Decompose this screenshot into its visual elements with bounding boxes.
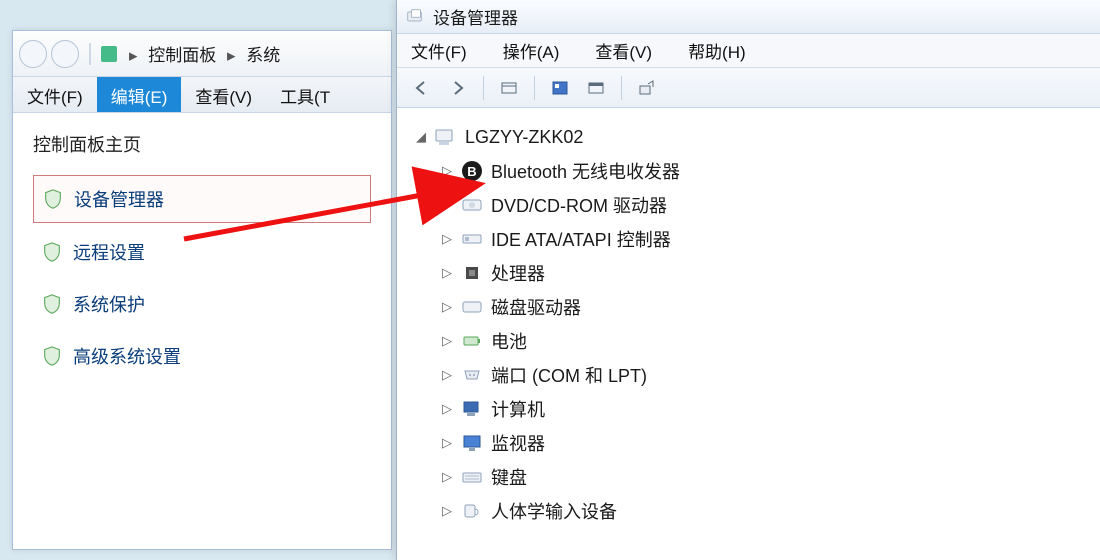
control-panel-body: 控制面板主页 设备管理器 远程设置 系统保护 高级系统设置 bbox=[13, 113, 391, 403]
tree-node-ports[interactable]: ▷ 端口 (COM 和 LPT) bbox=[441, 358, 1092, 392]
battery-icon bbox=[461, 331, 483, 351]
expand-icon[interactable]: ▷ bbox=[441, 197, 453, 213]
ide-controller-icon bbox=[461, 229, 483, 249]
link-label: 远程设置 bbox=[73, 239, 145, 265]
menu-help[interactable]: 帮助(H) bbox=[682, 34, 752, 67]
control-panel-icon bbox=[101, 46, 117, 62]
tree-node-bluetooth[interactable]: ▷ B Bluetooth 无线电收发器 bbox=[441, 154, 1092, 188]
collapse-icon[interactable]: ◢ bbox=[415, 129, 427, 145]
link-label: 高级系统设置 bbox=[73, 343, 181, 369]
device-tree: ◢ LGZYY-ZKK02 ▷ B Bluetooth 无线电收发器 ▷ DVD… bbox=[397, 108, 1100, 536]
tree-root[interactable]: ◢ LGZYY-ZKK02 bbox=[415, 120, 1092, 154]
shield-icon bbox=[41, 344, 63, 368]
monitor-icon bbox=[461, 433, 483, 453]
expand-icon[interactable]: ▷ bbox=[441, 231, 453, 247]
shield-icon bbox=[41, 240, 63, 264]
device-manager-window: 设备管理器 文件(F) 操作(A) 查看(V) 帮助(H) ◢ bbox=[396, 0, 1100, 560]
menu-file[interactable]: 文件(F) bbox=[405, 34, 473, 67]
tree-node-computer[interactable]: ▷ 计算机 bbox=[441, 392, 1092, 426]
link-advanced-system-settings[interactable]: 高级系统设置 bbox=[33, 333, 371, 379]
divider bbox=[534, 76, 535, 100]
title-bar: 设备管理器 bbox=[397, 0, 1100, 34]
expand-icon[interactable]: ▷ bbox=[441, 367, 453, 383]
address-bar: ▸ 控制面板 ▸ 系统 bbox=[13, 31, 391, 77]
tree-node-label: DVD/CD-ROM 驱动器 bbox=[491, 192, 667, 218]
tree-node-keyboard[interactable]: ▷ 键盘 bbox=[441, 460, 1092, 494]
expand-icon[interactable]: ▷ bbox=[441, 265, 453, 281]
chevron-right-icon: ▸ bbox=[123, 46, 144, 65]
ports-icon bbox=[461, 365, 483, 385]
toolbar-scan-button[interactable] bbox=[632, 75, 662, 101]
tree-node-label: 键盘 bbox=[491, 464, 527, 490]
link-remote-settings[interactable]: 远程设置 bbox=[33, 229, 371, 275]
menu-bar: 文件(F) 操作(A) 查看(V) 帮助(H) bbox=[397, 34, 1100, 68]
tree-root-label: LGZYY-ZKK02 bbox=[465, 127, 583, 148]
toolbar bbox=[397, 68, 1100, 108]
keyboard-icon bbox=[461, 467, 483, 487]
link-label: 设备管理器 bbox=[74, 186, 164, 212]
tree-node-label: 监视器 bbox=[491, 430, 545, 456]
disc-drive-icon bbox=[461, 195, 483, 215]
nav-forward-button[interactable] bbox=[51, 40, 79, 68]
chevron-right-icon: ▸ bbox=[221, 46, 242, 65]
tree-node-cpu[interactable]: ▷ 处理器 bbox=[441, 256, 1092, 290]
toolbar-forward-button[interactable] bbox=[443, 75, 473, 101]
expand-icon[interactable]: ▷ bbox=[441, 435, 453, 451]
breadcrumb-item[interactable]: 系统 bbox=[246, 46, 280, 65]
link-system-protection[interactable]: 系统保护 bbox=[33, 281, 371, 327]
computer-icon bbox=[435, 127, 457, 147]
tree-node-label: 端口 (COM 和 LPT) bbox=[491, 362, 647, 388]
menu-action[interactable]: 操作(A) bbox=[497, 34, 566, 67]
link-device-manager[interactable]: 设备管理器 bbox=[33, 175, 371, 223]
tree-node-label: IDE ATA/ATAPI 控制器 bbox=[491, 226, 671, 252]
tree-node-label: 磁盘驱动器 bbox=[491, 294, 581, 320]
toolbar-back-button[interactable] bbox=[407, 75, 437, 101]
expand-icon[interactable]: ▷ bbox=[441, 503, 453, 519]
divider bbox=[621, 76, 622, 100]
tree-children: ▷ B Bluetooth 无线电收发器 ▷ DVD/CD-ROM 驱动器 ▷ … bbox=[415, 154, 1092, 528]
window-title: 设备管理器 bbox=[433, 4, 518, 29]
control-panel-window: ▸ 控制面板 ▸ 系统 文件(F) 编辑(E) 查看(V) 工具(T 控制面板主… bbox=[12, 30, 392, 550]
shield-icon bbox=[41, 292, 63, 316]
expand-icon[interactable]: ▷ bbox=[441, 401, 453, 417]
bluetooth-icon: B bbox=[461, 161, 483, 181]
tree-node-label: 处理器 bbox=[491, 260, 545, 286]
tree-node-label: 电池 bbox=[491, 328, 527, 354]
tree-node-hid[interactable]: ▷ 人体学输入设备 bbox=[441, 494, 1092, 528]
menu-bar: 文件(F) 编辑(E) 查看(V) 工具(T bbox=[13, 77, 391, 113]
hid-icon bbox=[461, 501, 483, 521]
menu-view[interactable]: 查看(V) bbox=[589, 34, 658, 67]
breadcrumb[interactable]: ▸ 控制面板 ▸ 系统 bbox=[121, 41, 282, 66]
page-heading: 控制面板主页 bbox=[33, 131, 371, 157]
menu-tools[interactable]: 工具(T bbox=[266, 77, 344, 112]
tree-node-disk[interactable]: ▷ 磁盘驱动器 bbox=[441, 290, 1092, 324]
divider bbox=[483, 76, 484, 100]
device-manager-icon bbox=[407, 9, 425, 25]
tree-node-monitor[interactable]: ▷ 监视器 bbox=[441, 426, 1092, 460]
expand-icon[interactable]: ▷ bbox=[441, 333, 453, 349]
cpu-icon bbox=[461, 263, 483, 283]
divider bbox=[89, 43, 91, 65]
expand-icon[interactable]: ▷ bbox=[441, 469, 453, 485]
tree-node-label: 计算机 bbox=[491, 396, 545, 422]
expand-icon[interactable]: ▷ bbox=[441, 163, 453, 179]
menu-edit[interactable]: 编辑(E) bbox=[97, 77, 182, 112]
expand-icon[interactable]: ▷ bbox=[441, 299, 453, 315]
link-label: 系统保护 bbox=[73, 291, 145, 317]
computer-icon bbox=[461, 399, 483, 419]
tree-node-ide[interactable]: ▷ IDE ATA/ATAPI 控制器 bbox=[441, 222, 1092, 256]
disk-drive-icon bbox=[461, 297, 483, 317]
breadcrumb-item[interactable]: 控制面板 bbox=[148, 46, 216, 65]
tree-node-label: 人体学输入设备 bbox=[491, 498, 617, 524]
toolbar-update-button[interactable] bbox=[581, 75, 611, 101]
tree-node-dvd[interactable]: ▷ DVD/CD-ROM 驱动器 bbox=[441, 188, 1092, 222]
toolbar-show-hide-button[interactable] bbox=[494, 75, 524, 101]
tree-node-label: Bluetooth 无线电收发器 bbox=[491, 158, 680, 184]
shield-icon bbox=[42, 187, 64, 211]
toolbar-properties-button[interactable] bbox=[545, 75, 575, 101]
tree-node-battery[interactable]: ▷ 电池 bbox=[441, 324, 1092, 358]
menu-view[interactable]: 查看(V) bbox=[181, 77, 266, 112]
menu-file[interactable]: 文件(F) bbox=[13, 77, 97, 112]
nav-back-button[interactable] bbox=[19, 40, 47, 68]
